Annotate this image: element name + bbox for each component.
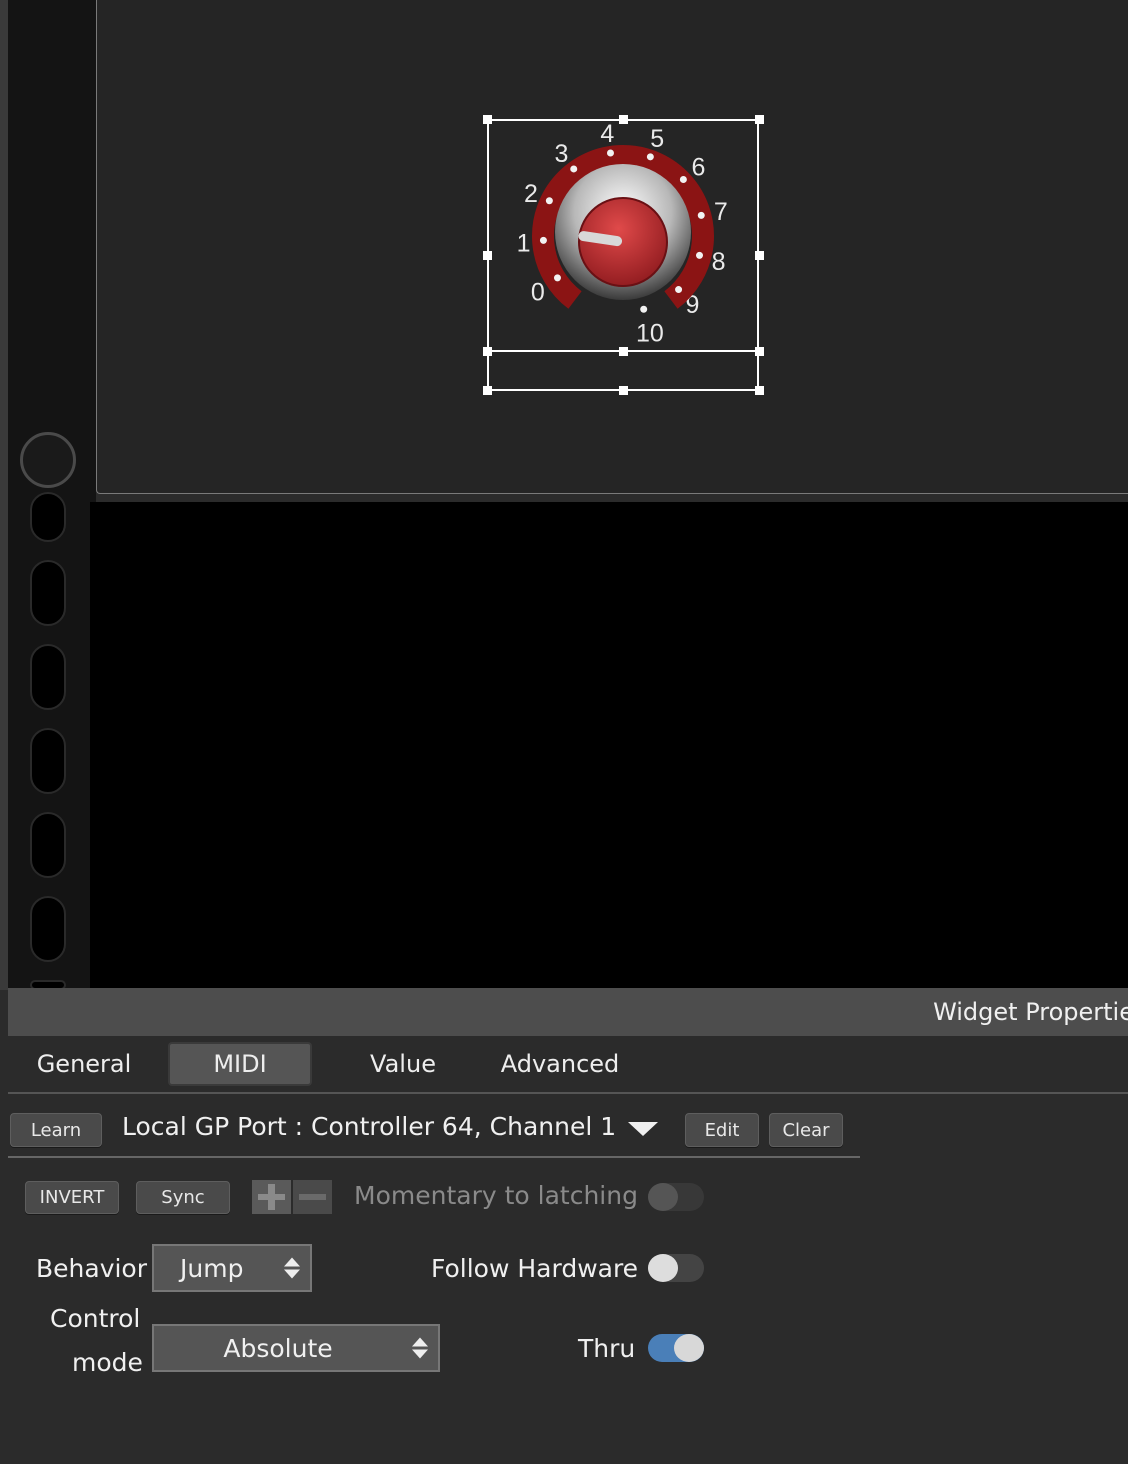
toggle-thumb bbox=[648, 1254, 678, 1282]
learn-button[interactable]: Learn bbox=[10, 1113, 102, 1147]
resize-handle[interactable] bbox=[755, 251, 764, 260]
resize-handle[interactable] bbox=[755, 115, 764, 124]
follow-hardware-toggle[interactable] bbox=[648, 1254, 704, 1282]
properties-titlebar: Widget Propertie bbox=[8, 988, 1128, 1036]
select-arrows-icon bbox=[284, 1257, 300, 1279]
minus-icon[interactable] bbox=[293, 1180, 332, 1214]
rail-slot bbox=[30, 728, 66, 794]
sync-button[interactable]: Sync bbox=[136, 1181, 230, 1214]
momentary-toggle[interactable] bbox=[648, 1183, 704, 1211]
thru-label: Thru bbox=[578, 1334, 636, 1363]
tab-midi[interactable]: MIDI bbox=[168, 1042, 312, 1086]
momentary-label: Momentary to latching bbox=[354, 1181, 638, 1210]
rail-slot bbox=[30, 812, 66, 878]
toggle-thumb bbox=[648, 1183, 678, 1211]
control-mode-value: Absolute bbox=[223, 1333, 333, 1363]
properties-title: Widget Propertie bbox=[933, 998, 1128, 1026]
empty-workspace bbox=[90, 502, 1128, 988]
midi-mapping-label: Local GP Port : Controller 64, Channel 1 bbox=[122, 1112, 617, 1141]
mapping-dropdown-caret-icon[interactable] bbox=[628, 1122, 658, 1136]
plus-icon[interactable] bbox=[252, 1180, 291, 1214]
resize-handle[interactable] bbox=[483, 251, 492, 260]
widget-properties-panel: Widget Propertie General MIDI Value Adva… bbox=[8, 988, 1128, 1464]
thru-toggle[interactable] bbox=[648, 1334, 704, 1362]
rail-slot bbox=[30, 492, 66, 542]
resize-handle[interactable] bbox=[755, 347, 764, 356]
tab-advanced[interactable]: Advanced bbox=[498, 1042, 622, 1086]
resize-handle[interactable] bbox=[619, 347, 628, 356]
rail-slot bbox=[30, 896, 66, 962]
rail-mount-screw-icon bbox=[20, 432, 76, 488]
edit-button[interactable]: Edit bbox=[685, 1113, 759, 1147]
tab-value[interactable]: Value bbox=[358, 1042, 448, 1086]
behavior-value: Jump bbox=[180, 1253, 244, 1283]
rail-slot bbox=[30, 644, 66, 710]
properties-tabs: General MIDI Value Advanced bbox=[8, 1036, 1128, 1094]
control-mode-label: Control bbox=[50, 1304, 141, 1333]
resize-handle[interactable] bbox=[483, 347, 492, 356]
toggle-thumb bbox=[674, 1334, 704, 1362]
plus-minus-control[interactable] bbox=[252, 1180, 332, 1214]
resize-handle[interactable] bbox=[619, 386, 628, 395]
clear-button[interactable]: Clear bbox=[769, 1113, 843, 1147]
behavior-label: Behavior bbox=[36, 1254, 148, 1283]
invert-button[interactable]: INVERT bbox=[25, 1181, 119, 1214]
control-mode-label-2: mode bbox=[72, 1348, 143, 1377]
resize-handle[interactable] bbox=[619, 115, 628, 124]
behavior-select[interactable]: Jump bbox=[152, 1244, 312, 1292]
resize-handle[interactable] bbox=[483, 115, 492, 124]
resize-handle[interactable] bbox=[483, 386, 492, 395]
control-mode-select[interactable]: Absolute bbox=[152, 1324, 440, 1372]
tab-general[interactable]: General bbox=[24, 1042, 144, 1086]
resize-handle[interactable] bbox=[755, 386, 764, 395]
follow-hardware-label: Follow Hardware bbox=[431, 1254, 639, 1283]
mapping-underline bbox=[8, 1156, 860, 1158]
rail-edge bbox=[0, 0, 8, 990]
select-arrows-icon bbox=[412, 1337, 428, 1359]
rail-slot bbox=[30, 560, 66, 626]
